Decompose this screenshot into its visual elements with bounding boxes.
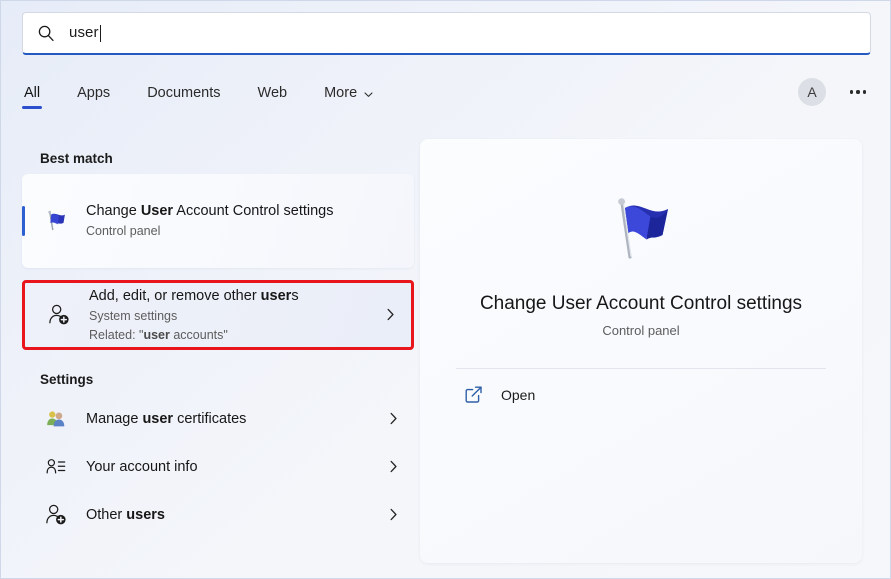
title-match: user (142, 411, 173, 427)
search-input-value[interactable]: user (69, 24, 99, 42)
result-best-match-subtitle: Control panel (86, 222, 402, 241)
title-prefix: Manage (86, 411, 142, 427)
windows-search-flyout: user All Apps Documents Web More (0, 0, 891, 579)
uac-flag-icon (40, 205, 72, 237)
ellipsis-dot (856, 90, 860, 94)
result-add-edit-remove-users-related: Related: "user accounts" (89, 326, 375, 345)
title-match: users (126, 507, 165, 523)
title-prefix: Add, edit, or remove other (89, 288, 261, 304)
avatar[interactable]: A (798, 78, 826, 106)
best-match-heading: Best match (40, 151, 414, 166)
settings-item-your-account-info[interactable]: Your account info (22, 443, 414, 491)
add-user-icon (43, 299, 75, 331)
title-match: User (141, 203, 173, 219)
title-prefix: Your account info (86, 459, 198, 475)
search-bar-container: user (22, 12, 871, 55)
settings-item-manage-user-certificates[interactable]: Manage user certificates (22, 395, 414, 443)
tab-apps[interactable]: Apps (75, 81, 112, 101)
preview-subtitle: Control panel (450, 323, 832, 338)
ellipsis-icon[interactable] (844, 78, 872, 106)
tab-all[interactable]: All (22, 81, 42, 101)
tab-apps-label: Apps (77, 85, 110, 101)
search-box[interactable]: user (22, 12, 871, 55)
related-match: user (143, 328, 169, 342)
tab-web[interactable]: Web (256, 81, 290, 101)
chevron-down-icon (363, 88, 373, 98)
title-match: user (261, 288, 292, 304)
result-best-match[interactable]: Change User Account Control settings Con… (22, 174, 414, 268)
result-add-edit-remove-users[interactable]: Add, edit, or remove other users System … (22, 280, 414, 350)
result-best-match-body: Change User Account Control settings Con… (86, 201, 402, 241)
related-suffix: accounts" (170, 328, 228, 342)
tab-web-label: Web (258, 85, 288, 101)
ellipsis-dot (863, 90, 867, 94)
title-prefix: Change (86, 203, 141, 219)
settings-item-manage-user-certificates-title: Manage user certificates (86, 409, 378, 430)
tab-all-label: All (24, 85, 40, 101)
title-suffix: Account Control settings (173, 203, 333, 219)
title-suffix: s (291, 288, 298, 304)
chevron-right-icon[interactable] (386, 459, 402, 475)
tab-documents[interactable]: Documents (145, 81, 222, 101)
tab-more-label: More (324, 85, 357, 101)
chevron-right-icon[interactable] (386, 507, 402, 523)
account-info-icon (40, 451, 72, 483)
ellipsis-dot (850, 90, 854, 94)
results-column: Best match Change User Account Control s… (22, 141, 414, 539)
chevron-right-icon[interactable] (386, 411, 402, 427)
add-user-icon (40, 499, 72, 531)
result-best-match-title: Change User Account Control settings (86, 201, 402, 222)
preview-panel: Change User Account Control settings Con… (420, 139, 862, 563)
preview-action-open[interactable]: Open (450, 369, 832, 404)
avatar-initial: A (807, 84, 816, 100)
settings-item-other-users-body: Other users (86, 505, 378, 526)
user-certificates-icon (40, 403, 72, 435)
related-prefix: Related: " (89, 328, 143, 342)
settings-item-manage-user-certificates-body: Manage user certificates (86, 409, 378, 430)
preview-title: Change User Account Control settings (450, 291, 832, 317)
search-icon (37, 24, 55, 42)
text-caret (100, 25, 101, 42)
settings-item-your-account-info-title: Your account info (86, 457, 378, 478)
result-add-edit-remove-users-title: Add, edit, or remove other users (89, 286, 375, 307)
result-add-edit-remove-users-subtitle: System settings (89, 307, 375, 326)
open-external-icon (464, 385, 483, 404)
title-suffix: certificates (173, 411, 246, 427)
preview-action-open-label: Open (501, 387, 535, 403)
settings-heading: Settings (40, 372, 414, 387)
chevron-right-icon[interactable] (383, 307, 399, 323)
settings-item-your-account-info-body: Your account info (86, 457, 378, 478)
uac-flag-icon (598, 187, 684, 273)
tab-more[interactable]: More (322, 81, 375, 101)
filter-tabs: All Apps Documents Web More A (22, 81, 872, 121)
title-prefix: Other (86, 507, 126, 523)
settings-item-other-users-title: Other users (86, 505, 378, 526)
settings-item-other-users[interactable]: Other users (22, 491, 414, 539)
tab-documents-label: Documents (147, 85, 220, 101)
result-add-edit-remove-users-body: Add, edit, or remove other users System … (89, 286, 375, 345)
